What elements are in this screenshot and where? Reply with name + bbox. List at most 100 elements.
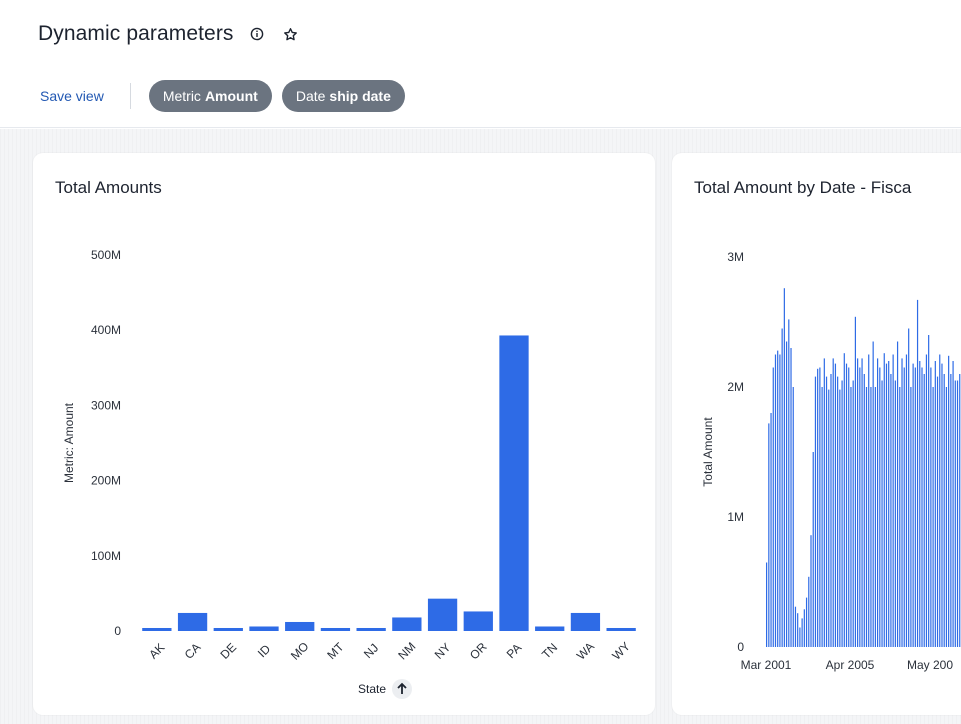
x-tick-label: WA xyxy=(574,639,597,662)
bar xyxy=(808,576,810,647)
arrow-up-icon[interactable] xyxy=(392,679,412,699)
x-tick-label: TN xyxy=(539,640,560,661)
bar xyxy=(939,354,941,647)
bar xyxy=(872,341,874,647)
date-parameter-chip[interactable]: Date ship date xyxy=(281,80,405,112)
bar xyxy=(843,353,845,647)
bar xyxy=(848,367,850,647)
bar xyxy=(427,598,458,631)
total-amounts-chart[interactable]: 0 100M 200M 300M 400M 500M Metric: Amount AK CA D… xyxy=(33,153,655,715)
y-tick-label: 500M xyxy=(91,248,121,262)
bar xyxy=(834,363,837,647)
amount-by-date-card[interactable]: Total Amount by Date - Fisca 0 1M 2M 3M Tota… xyxy=(672,153,961,715)
bar xyxy=(499,335,529,631)
bar xyxy=(799,627,801,647)
bar xyxy=(934,361,936,647)
x-tick-label: AK xyxy=(146,640,167,661)
bar xyxy=(874,387,876,647)
bar xyxy=(812,452,814,647)
y-tick-label: 0 xyxy=(114,624,121,638)
bar xyxy=(803,609,805,647)
bar xyxy=(881,380,883,647)
bar xyxy=(828,389,830,647)
x-tick-label: NM xyxy=(395,639,418,662)
bar xyxy=(320,627,351,631)
x-tick-label: PA xyxy=(504,641,525,662)
bar xyxy=(810,535,812,647)
bar xyxy=(956,380,959,647)
bar xyxy=(941,363,943,647)
bar xyxy=(839,389,841,647)
bar xyxy=(850,387,852,647)
bar xyxy=(885,363,888,647)
bar xyxy=(797,613,799,647)
bar xyxy=(819,367,821,647)
x-tick-label: WY xyxy=(609,639,633,663)
y-tick-label: 300M xyxy=(91,398,121,412)
y-tick-label: 0 xyxy=(737,640,744,654)
bar xyxy=(910,387,912,647)
bar xyxy=(535,626,565,631)
bar xyxy=(916,299,919,647)
bar xyxy=(923,374,925,647)
bar xyxy=(861,358,863,647)
star-icon[interactable] xyxy=(280,23,302,45)
bar xyxy=(928,335,930,647)
bar xyxy=(249,626,279,631)
bar xyxy=(932,387,934,647)
bar xyxy=(890,374,892,647)
bar xyxy=(830,374,832,647)
y-axis-label: Metric: Amount xyxy=(62,402,76,483)
total-amounts-card[interactable]: Total Amounts 0 100M 200M 300M 400M 500M Metri… xyxy=(33,153,655,715)
y-tick-label: 3M xyxy=(727,250,744,264)
bar xyxy=(845,363,848,647)
bar xyxy=(863,374,865,647)
amount-by-date-chart[interactable]: 0 1M 2M 3M Total Amount Mar 2001 Apr 2005 May 2… xyxy=(672,153,961,715)
bar xyxy=(392,617,422,631)
y-tick-label: 400M xyxy=(91,323,121,337)
bar xyxy=(794,606,797,647)
bar xyxy=(952,361,954,647)
save-view-link[interactable]: Save view xyxy=(40,88,104,104)
y-axis-label: Total Amount xyxy=(701,417,715,487)
x-tick-label: Apr 2005 xyxy=(826,658,875,672)
bar xyxy=(814,376,817,647)
bar xyxy=(921,367,923,647)
bar xyxy=(892,354,894,647)
bar xyxy=(768,423,770,647)
bar xyxy=(905,354,908,647)
page-header: Dynamic parameters Save view Metric Amou… xyxy=(0,0,961,128)
bar xyxy=(954,380,956,647)
bar xyxy=(959,374,961,647)
chip-prefix: Metric xyxy=(162,88,201,104)
bar xyxy=(777,350,779,647)
action-row: Save view Metric Amount Date ship date xyxy=(40,80,415,112)
dashboard-canvas: Total Amounts 0 100M 200M 300M 400M 500M Metri… xyxy=(0,129,961,724)
bar xyxy=(883,353,885,647)
bar xyxy=(766,562,768,647)
bar xyxy=(790,348,792,647)
bar xyxy=(801,618,803,647)
divider xyxy=(129,83,131,109)
x-tick-label: May 200 xyxy=(907,658,953,672)
bar xyxy=(888,361,890,647)
bar xyxy=(781,328,783,647)
bar xyxy=(774,354,777,647)
bar xyxy=(894,380,896,647)
bar xyxy=(832,358,834,647)
bar xyxy=(779,354,781,647)
page-title: Dynamic parameters xyxy=(38,22,234,45)
bar xyxy=(788,319,790,647)
bar xyxy=(570,612,601,631)
metric-parameter-chip[interactable]: Metric Amount xyxy=(148,80,272,112)
title-row: Dynamic parameters xyxy=(38,22,302,46)
info-icon[interactable] xyxy=(246,23,268,45)
y-tick-label: 200M xyxy=(91,474,121,488)
y-tick-label: 1M xyxy=(727,510,744,524)
bar xyxy=(945,387,948,647)
bar xyxy=(912,363,914,647)
bar xyxy=(825,376,828,647)
x-tick-label: DE xyxy=(217,640,239,662)
bar xyxy=(821,387,823,647)
x-tick-label: NJ xyxy=(361,641,381,661)
